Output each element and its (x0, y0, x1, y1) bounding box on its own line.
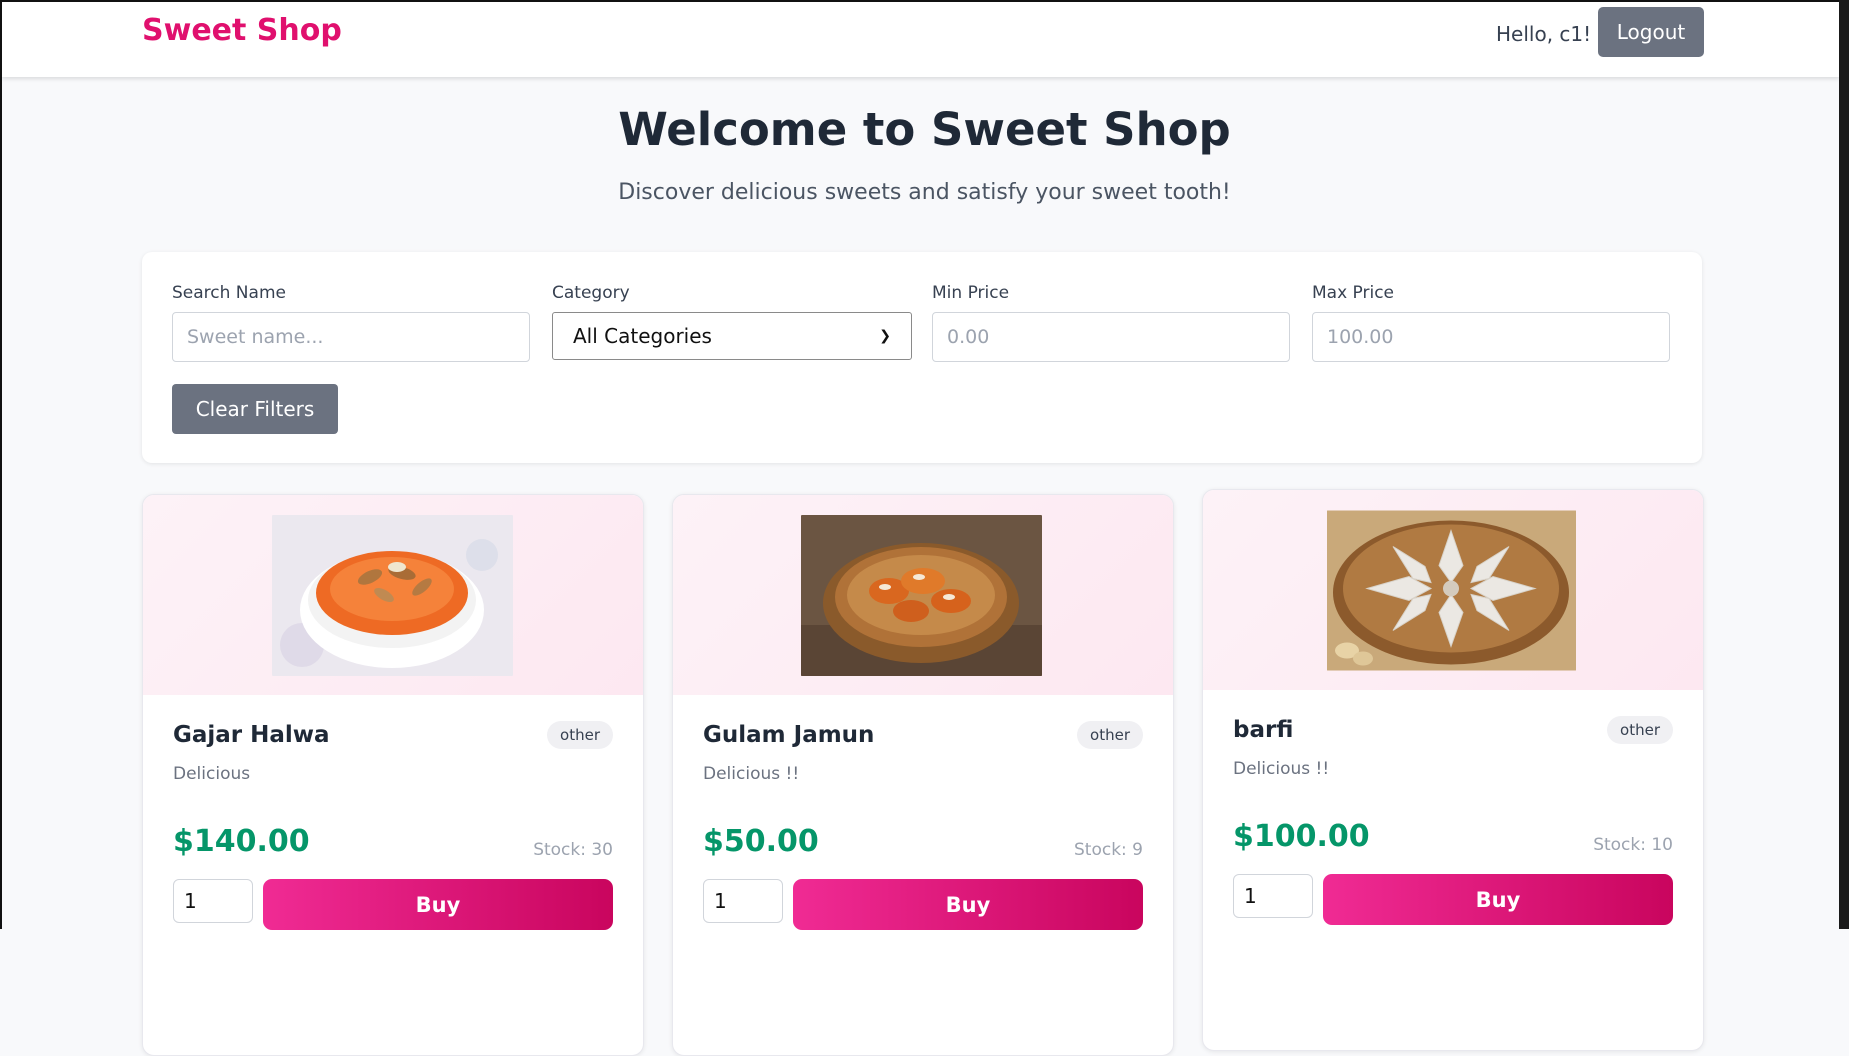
chevron-down-icon: ❯ (879, 328, 891, 344)
category-selected: All Categories (573, 324, 712, 348)
user-greeting: Hello, c1! (1496, 22, 1592, 46)
brand-logo[interactable]: Sweet Shop (142, 13, 342, 48)
category-label: Category (552, 283, 630, 303)
product-image-area (673, 495, 1173, 695)
product-price: $50.00 (703, 824, 819, 859)
product-stock: Stock: 10 (1593, 835, 1673, 855)
search-placeholder: Sweet name... (187, 326, 324, 348)
product-image-area (1203, 490, 1703, 690)
logout-button[interactable]: Logout (1598, 7, 1704, 57)
window-frame-top (0, 0, 1849, 2)
buy-button[interactable]: Buy (793, 879, 1143, 930)
search-label: Search Name (172, 283, 286, 303)
quantity-input[interactable]: 1 (173, 879, 253, 923)
product-name: barfi (1233, 717, 1294, 743)
product-name: Gulam Jamun (703, 722, 875, 748)
quantity-input[interactable]: 1 (1233, 874, 1313, 918)
product-description: Delicious (173, 764, 251, 784)
product-price: $140.00 (173, 824, 310, 859)
gajar-halwa-image (272, 515, 513, 676)
page-subtitle: Discover delicious sweets and satisfy yo… (618, 180, 1231, 205)
min-price-label: Min Price (932, 283, 1010, 303)
product-stock: Stock: 30 (533, 840, 613, 860)
product-description: Delicious !! (703, 764, 800, 784)
product-image-area (143, 495, 643, 695)
max-price-placeholder: 100.00 (1327, 326, 1394, 348)
filter-panel: Search Name Sweet name... Category All C… (142, 252, 1702, 463)
category-select[interactable]: All Categories ❯ (552, 312, 912, 360)
product-card: Gulam Jamun other Delicious !! $50.00 St… (672, 494, 1174, 1056)
buy-button[interactable]: Buy (1323, 874, 1673, 925)
page-title: Welcome to Sweet Shop (618, 103, 1231, 156)
category-badge: other (1607, 716, 1673, 744)
product-price: $100.00 (1233, 819, 1370, 854)
category-badge: other (1077, 721, 1143, 749)
buy-button[interactable]: Buy (263, 879, 613, 930)
max-price-label: Max Price (1312, 283, 1395, 303)
clear-filters-button[interactable]: Clear Filters (172, 384, 338, 434)
search-input[interactable]: Sweet name... (172, 312, 530, 362)
product-stock: Stock: 9 (1074, 840, 1143, 860)
window-frame-left (0, 0, 2, 929)
product-card: Gajar Halwa other Delicious $140.00 Stoc… (142, 494, 644, 1056)
product-description: Delicious !! (1233, 759, 1330, 779)
max-price-input[interactable]: 100.00 (1312, 312, 1670, 362)
product-name: Gajar Halwa (173, 722, 330, 748)
min-price-input[interactable]: 0.00 (932, 312, 1290, 362)
quantity-input[interactable]: 1 (703, 879, 783, 923)
kaju-barfi-image (1327, 510, 1576, 671)
min-price-placeholder: 0.00 (947, 326, 990, 348)
gulab-jamun-image (801, 515, 1042, 676)
navbar: Sweet Shop Hello, c1! Logout (2, 2, 1839, 77)
product-card: barfi other Delicious !! $100.00 Stock: … (1202, 489, 1704, 1051)
window-edge (1839, 0, 1849, 929)
category-badge: other (547, 721, 613, 749)
